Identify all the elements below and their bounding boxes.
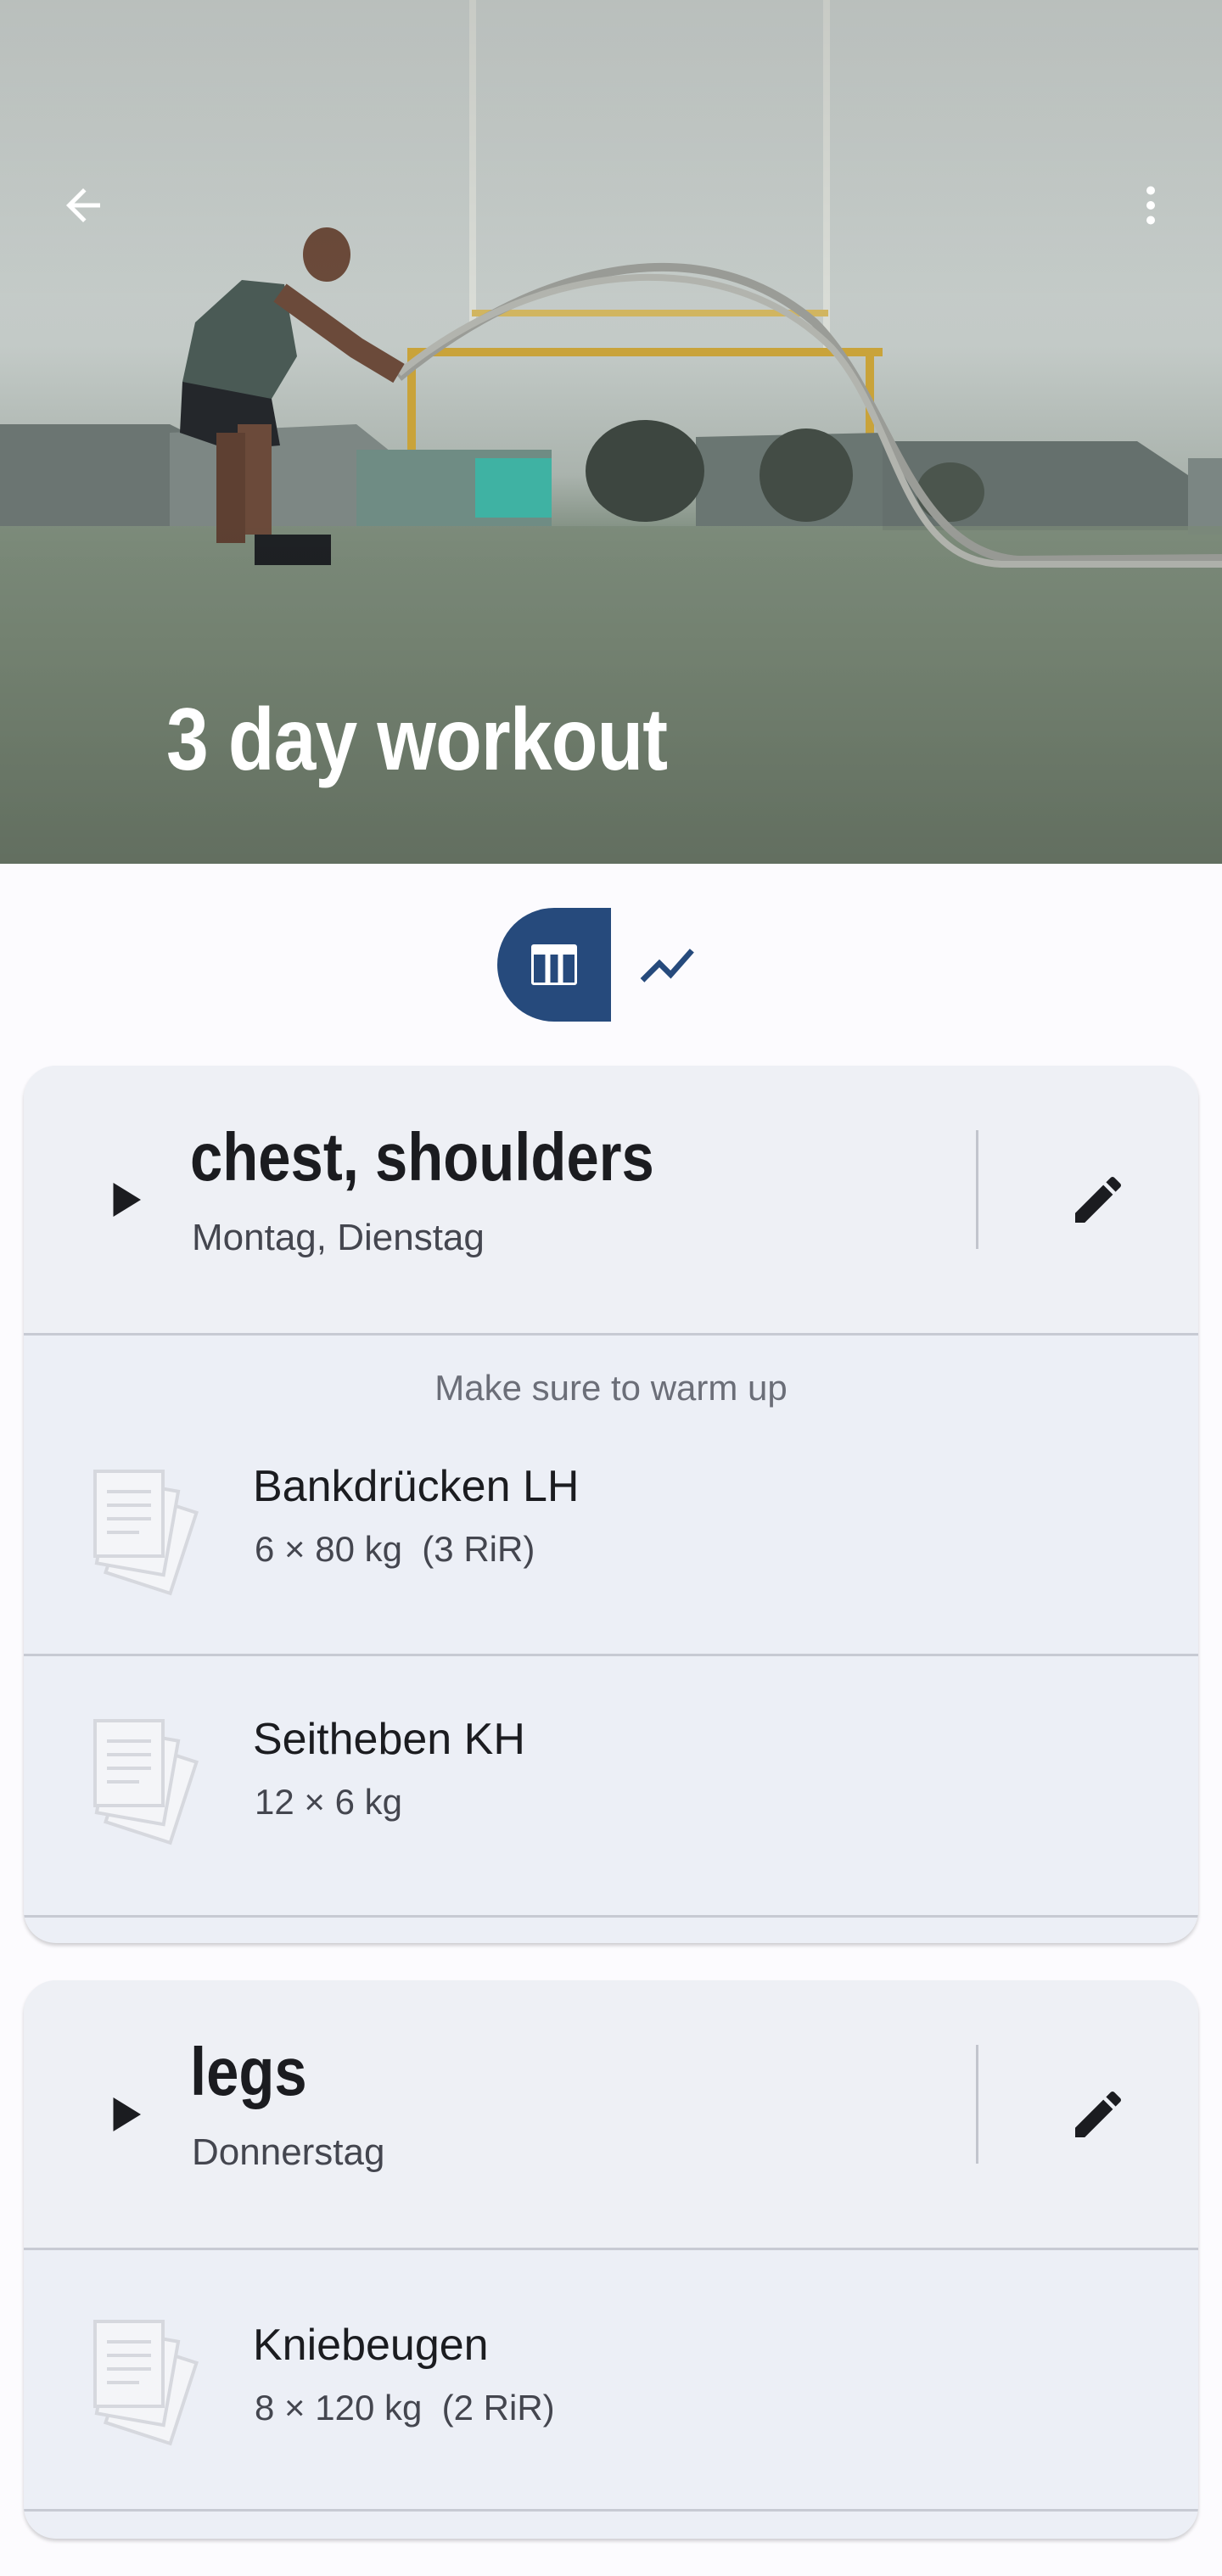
day-header[interactable]: legs Donnerstag	[24, 1980, 1198, 2250]
back-button[interactable]	[44, 166, 122, 244]
table-view-button[interactable]	[497, 908, 611, 1022]
more-vert-icon	[1146, 186, 1155, 225]
exercise-name: Kniebeugen	[253, 2321, 489, 2370]
exercise-sets: 12 × 6 kg	[255, 1782, 402, 1822]
hero-image: 3 day workout	[0, 0, 1222, 864]
divider	[976, 2045, 978, 2164]
start-workout-button[interactable]	[85, 2075, 163, 2153]
exercise-name: Seitheben KH	[253, 1715, 525, 1764]
exercise-sets: 6 × 80 kg (3 RiR)	[255, 1529, 535, 1569]
divider	[976, 1130, 978, 1249]
day-weekdays: Donnerstag	[192, 2131, 385, 2173]
table-icon	[531, 944, 577, 985]
more-options-button[interactable]	[1112, 166, 1190, 244]
edit-day-button[interactable]	[1057, 2074, 1139, 2155]
exercise-row[interactable]: Seitheben KH 12 × 6 kg	[24, 1656, 1198, 1918]
edit-day-button[interactable]	[1057, 1159, 1139, 1240]
exercise-placeholder-icon	[93, 1470, 199, 1596]
exercise-sets: 8 × 120 kg (2 RiR)	[255, 2388, 555, 2428]
day-title: legs	[190, 2034, 307, 2109]
start-workout-button[interactable]	[85, 1161, 163, 1239]
exercise-name: Bankdrücken LH	[253, 1462, 580, 1511]
day-header[interactable]: chest, shoulders Montag, Dienstag	[24, 1066, 1198, 1336]
workout-day-card: chest, shoulders Montag, Dienstag Make s…	[24, 1066, 1198, 1943]
page-title: 3 day workout	[166, 691, 668, 789]
exercise-row[interactable]: Make sure to warm up Bankdrücken LH 6 × …	[24, 1336, 1198, 1656]
arrow-back-icon	[66, 188, 100, 222]
edit-icon	[1075, 2091, 1122, 2137]
exercise-row[interactable]: Kniebeugen 8 × 120 kg (2 RiR)	[24, 2250, 1198, 2512]
day-note: Make sure to warm up	[434, 1368, 788, 1408]
day-weekdays: Montag, Dienstag	[192, 1217, 485, 1258]
trending-up-icon	[640, 949, 694, 983]
play-icon	[113, 1183, 141, 1217]
day-title: chest, shoulders	[190, 1119, 654, 1195]
exercise-placeholder-icon	[93, 1719, 199, 1845]
edit-icon	[1075, 1176, 1122, 1223]
play-icon	[113, 2097, 141, 2131]
view-toggle	[497, 908, 725, 1022]
exercise-placeholder-icon	[93, 2320, 199, 2446]
workout-day-card: legs Donnerstag Kniebeugen 8 × 120 kg (2…	[24, 1980, 1198, 2539]
chart-view-button[interactable]	[611, 908, 725, 1022]
